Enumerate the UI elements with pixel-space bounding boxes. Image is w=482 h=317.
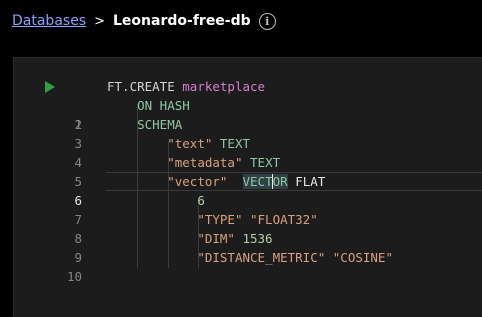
code-token: marketplace [182, 79, 266, 94]
code-line: 5 "metadata" TEXT [14, 153, 482, 189]
code-line: 3 SCHEMA [14, 115, 482, 151]
code-token: "DIM" [197, 231, 235, 246]
code-token: "text" [167, 136, 213, 151]
code-editor[interactable]: 1 FT.CREATE marketplace 2 ON HASH 3 SCHE… [13, 57, 482, 317]
info-circle-icon[interactable]: i [258, 12, 276, 30]
code-token: "TYPE" [197, 212, 243, 227]
code-line: 9 "DIM" 1536 [14, 229, 482, 265]
code-token: VECT [242, 174, 273, 189]
play-icon[interactable] [45, 81, 55, 93]
breadcrumb-current-database: Leonardo-free-db [113, 13, 251, 29]
breadcrumb: Databases > Leonardo-free-db i [12, 9, 276, 33]
code-token: SCHEMA [137, 117, 183, 132]
code-text: FT.CREATE marketplace [107, 77, 265, 96]
code-line: 8 "TYPE" "FLOAT32" [14, 210, 482, 246]
code-text: "metadata" TEXT [107, 153, 280, 172]
query-page: Databases > Leonardo-free-db i 1 FT.CREA… [0, 0, 482, 317]
code-text: "vector" VECTOR FLAT [107, 172, 325, 191]
code-token: FT.CREATE [107, 79, 175, 94]
highlighted-word: VECTOR [242, 174, 288, 189]
code-text: "text" TEXT [107, 134, 250, 153]
code-line-current: 6 "vector" VECTOR FLAT [14, 172, 482, 208]
code-token: 1536 [242, 231, 273, 246]
breadcrumb-databases-link[interactable]: Databases [12, 13, 86, 29]
line-number: 10 [66, 269, 82, 284]
code-text: "TYPE" "FLOAT32" [107, 210, 318, 229]
code-text: 6 [107, 191, 205, 210]
code-token: "vector" [167, 174, 228, 189]
code-line: 2 ON HASH [14, 96, 482, 132]
code-text: SCHEMA [107, 115, 182, 134]
code-line: 10 "DISTANCE_METRIC" "COSINE" [14, 248, 482, 284]
code-token: "FLOAT32" [250, 212, 318, 227]
code-token: OR [272, 174, 288, 189]
code-token: ON HASH [137, 98, 190, 113]
code-token: 6 [197, 193, 205, 208]
code-token: "COSINE" [332, 250, 393, 265]
code-line: 4 "text" TEXT [14, 134, 482, 170]
code-token: TEXT [219, 136, 251, 151]
code-text: "DIM" 1536 [107, 229, 273, 248]
code-token: FLAT [295, 174, 326, 189]
code-token: TEXT [250, 155, 281, 170]
code-text: "DISTANCE_METRIC" "COSINE" [107, 248, 393, 267]
code-text: ON HASH [107, 96, 190, 115]
breadcrumb-separator: > [94, 13, 106, 29]
code-line: 7 6 [14, 191, 482, 227]
code-line: 1 FT.CREATE marketplace [14, 77, 482, 132]
code-token: "DISTANCE_METRIC" [197, 250, 326, 265]
code-token: "metadata" [167, 155, 243, 170]
